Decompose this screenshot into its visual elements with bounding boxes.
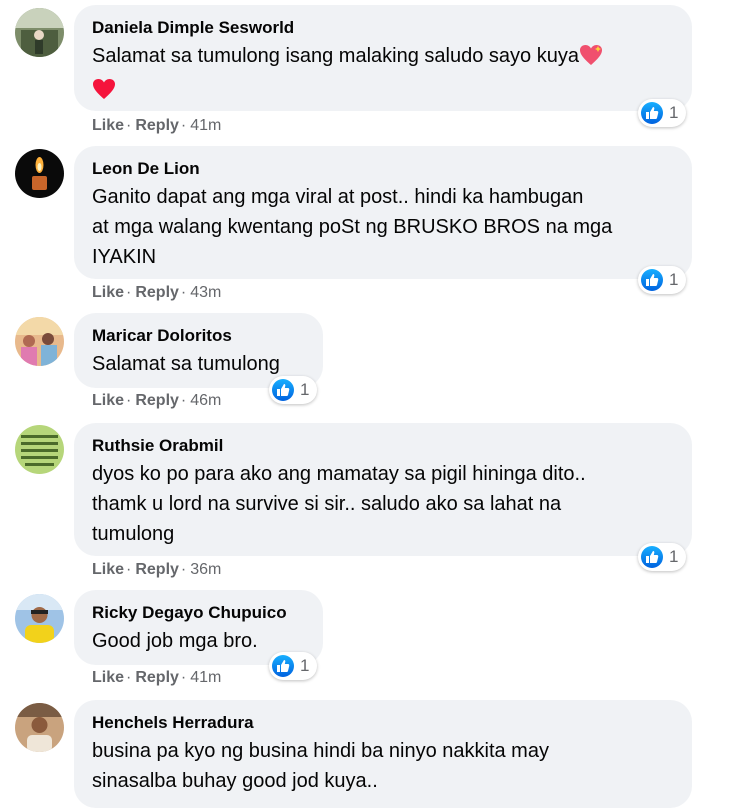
like-link[interactable]: Like bbox=[92, 117, 124, 134]
reaction-number: 1 bbox=[669, 270, 679, 289]
comment-text: busina pa kyo ng busina hindi ba ninyo n… bbox=[92, 740, 549, 792]
separator: · bbox=[180, 392, 187, 409]
comment-actions: Like · Reply · 41m bbox=[92, 117, 221, 135]
separator: · bbox=[180, 669, 187, 686]
avatar[interactable] bbox=[15, 8, 64, 57]
avatar[interactable] bbox=[15, 149, 64, 198]
separator: · bbox=[126, 561, 132, 578]
comment-author[interactable]: Maricar Doloritos bbox=[92, 325, 305, 347]
like-link[interactable]: Like bbox=[92, 284, 124, 301]
comment-actions: Like · Reply · 43m bbox=[92, 284, 221, 302]
like-link[interactable]: Like bbox=[92, 392, 124, 409]
comment-author[interactable]: Daniela Dimple Sesworld bbox=[92, 17, 674, 39]
separator: · bbox=[126, 117, 132, 134]
comment-text: Salamat sa tumulong bbox=[92, 353, 280, 375]
comment-bubble: Leon De Lion Ganito dapat ang mga viral … bbox=[74, 146, 692, 279]
heart-emoji-icon bbox=[92, 78, 116, 109]
reaction-number: 1 bbox=[300, 656, 310, 675]
reply-link[interactable]: Reply bbox=[135, 669, 179, 686]
timestamp[interactable]: 43m bbox=[190, 284, 221, 301]
comment-author[interactable]: Leon De Lion bbox=[92, 158, 674, 180]
separator: · bbox=[126, 284, 132, 301]
reaction-count[interactable]: 1 bbox=[269, 652, 318, 680]
avatar[interactable] bbox=[15, 317, 64, 366]
comment-author[interactable]: Ricky Degayo Chupuico bbox=[92, 602, 305, 624]
reaction-number: 1 bbox=[669, 103, 679, 122]
like-thumb-icon bbox=[641, 102, 663, 124]
timestamp[interactable]: 41m bbox=[190, 669, 221, 686]
comment-text: Salamat sa tumulong isang malaking salud… bbox=[92, 41, 674, 109]
separator: · bbox=[126, 669, 132, 686]
like-thumb-icon bbox=[641, 546, 663, 568]
reply-link[interactable]: Reply bbox=[135, 284, 179, 301]
separator: · bbox=[180, 117, 187, 134]
reaction-count[interactable]: 1 bbox=[638, 99, 687, 127]
sparkling-heart-emoji-icon bbox=[579, 44, 603, 75]
comment-actions: Like · Reply · 46m bbox=[92, 392, 221, 410]
separator: · bbox=[180, 284, 187, 301]
reply-link[interactable]: Reply bbox=[135, 392, 179, 409]
avatar[interactable] bbox=[15, 425, 64, 474]
avatar[interactable] bbox=[15, 594, 64, 643]
reaction-number: 1 bbox=[300, 380, 310, 399]
comment-actions: Like · Reply · 41m bbox=[92, 669, 221, 687]
reply-link[interactable]: Reply bbox=[135, 117, 179, 134]
comment-text: Ganito dapat ang mga viral at post.. hin… bbox=[92, 186, 613, 268]
timestamp[interactable]: 36m bbox=[190, 561, 221, 578]
comment-bubble: Ruthsie Orabmil dyos ko po para ako ang … bbox=[74, 423, 692, 556]
comment-text: Good job mga bro. bbox=[92, 630, 258, 652]
comment-actions: Like · Reply · 36m bbox=[92, 561, 221, 579]
comment-text: dyos ko po para ako ang mamatay sa pigil… bbox=[92, 463, 586, 545]
comment-bubble: Henchels Herradura busina pa kyo ng busi… bbox=[74, 700, 692, 808]
separator: · bbox=[180, 561, 187, 578]
reaction-count[interactable]: 1 bbox=[638, 543, 687, 571]
separator: · bbox=[126, 392, 132, 409]
reaction-count[interactable]: 1 bbox=[269, 376, 318, 404]
comment-author[interactable]: Ruthsie Orabmil bbox=[92, 435, 674, 457]
timestamp[interactable]: 41m bbox=[190, 117, 221, 134]
like-thumb-icon bbox=[272, 655, 294, 677]
like-link[interactable]: Like bbox=[92, 669, 124, 686]
like-thumb-icon bbox=[272, 379, 294, 401]
timestamp[interactable]: 46m bbox=[190, 392, 221, 409]
reaction-count[interactable]: 1 bbox=[638, 266, 687, 294]
comment-author[interactable]: Henchels Herradura bbox=[92, 712, 674, 734]
reply-link[interactable]: Reply bbox=[135, 561, 179, 578]
avatar[interactable] bbox=[15, 703, 64, 752]
comment-bubble: Daniela Dimple Sesworld Salamat sa tumul… bbox=[74, 5, 692, 111]
like-link[interactable]: Like bbox=[92, 561, 124, 578]
reaction-number: 1 bbox=[669, 547, 679, 566]
like-thumb-icon bbox=[641, 269, 663, 291]
